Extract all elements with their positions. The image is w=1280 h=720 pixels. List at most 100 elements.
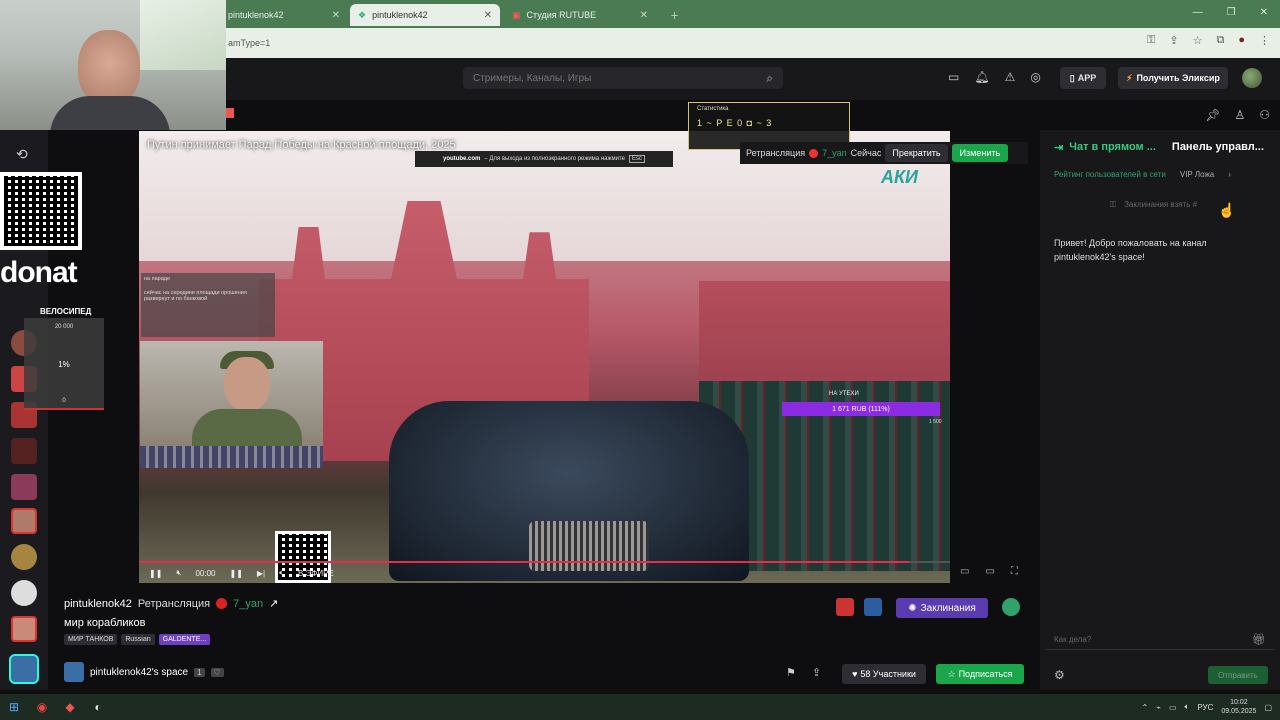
phone-icon: ▯ <box>1069 72 1075 83</box>
donation-goal-title: НА УТЕХИ <box>829 391 859 397</box>
menu-icon[interactable]: ⋮ <box>1259 34 1270 47</box>
collapse-icon[interactable]: ⇥ <box>1054 141 1063 154</box>
browser-toolbar-icons: ⚿ ⇪ ☆ ⧉ ● ⋮ <box>1147 34 1270 47</box>
app-icon[interactable]: ◆ <box>56 694 84 720</box>
badge-icon[interactable] <box>1002 598 1020 616</box>
share-icon[interactable]: ⇪ <box>812 666 821 679</box>
get-elixir-button[interactable]: ⚡︎ Получить Эликсир <box>1118 67 1228 89</box>
space-avatar[interactable] <box>64 662 84 682</box>
tab-rating[interactable]: Рейтинг пользователей в сети <box>1054 170 1166 179</box>
star-icon[interactable]: ☆ <box>1193 34 1203 47</box>
volume-icon[interactable]: 🔈︎ <box>279 568 284 578</box>
tag-sponsor[interactable]: GALDENTE... <box>158 634 211 645</box>
browser-tab-3[interactable]: ▣ Студия RUTUBE ✕ <box>504 4 656 26</box>
mute-icon[interactable]: 🔇︎ <box>176 568 181 578</box>
maximize-icon[interactable]: ❐ <box>1227 7 1236 18</box>
user-icon[interactable]: ♙ <box>1234 108 1245 122</box>
volume-icon[interactable]: 🔈︎ <box>1185 702 1190 712</box>
chat-settings-icon[interactable]: ⚙ <box>1054 668 1065 682</box>
donation-goal-widget: 20 000 1% 0 <box>24 318 104 410</box>
external-link-icon[interactable]: ↗ <box>269 597 278 610</box>
user-settings-icon[interactable]: ⚇ <box>1259 108 1270 122</box>
games-icon[interactable] <box>864 598 882 616</box>
subtitles-icon[interactable]: ▭ <box>960 566 969 577</box>
browser-tab-2[interactable]: ❖ pintuklenok42 ✕ <box>350 4 500 26</box>
refresh-icon[interactable]: ⟲ <box>16 146 28 163</box>
network-icon[interactable]: ▭ <box>1169 703 1177 712</box>
channel-avatar-7[interactable] <box>11 544 37 570</box>
search-icon[interactable]: ⌕ <box>766 71 773 86</box>
extensions-icon[interactable]: ⧉ <box>1216 34 1224 47</box>
url-field[interactable]: amType=1 <box>228 34 1108 52</box>
profile-icon[interactable]: ● <box>1238 34 1245 47</box>
gift-icon[interactable]: 🎁︎ <box>1252 633 1266 646</box>
goal-target: 20 000 <box>54 324 74 330</box>
spells-button[interactable]: ✺ Заклинания <box>896 598 988 618</box>
reward-icon[interactable] <box>836 598 854 616</box>
pin-icon[interactable]: 📌︎ <box>1205 108 1220 122</box>
browser-tab-1[interactable]: pintuklenok42 ✕ <box>220 4 348 26</box>
bonus-icon[interactable]: ⚠ <box>1005 70 1016 84</box>
participants-button[interactable]: ♥ 58 Участники <box>842 664 926 684</box>
new-tab-button[interactable]: ＋ <box>662 4 682 26</box>
globe-icon[interactable]: ◎ <box>1030 70 1040 84</box>
streamer-name[interactable]: pintuklenok42 <box>64 598 132 610</box>
channel-avatar-10[interactable] <box>9 654 39 684</box>
language-indicator[interactable]: РУС <box>1197 703 1213 712</box>
windows-taskbar: ⊞ ◉ ◆ ◐ ⌃ ⌁ ▭ 🔈︎ РУС 10:02 09.05.2025 ▢ <box>0 694 1280 720</box>
tag-category[interactable]: МИР ТАНКОВ <box>64 634 118 645</box>
report-flag-icon[interactable]: ⚑ <box>786 666 796 679</box>
close-icon[interactable]: ✕ <box>484 10 492 21</box>
play-pause-icon[interactable]: ❚❚ <box>229 569 242 578</box>
skip-icon[interactable]: ▶| <box>257 569 265 578</box>
channel-avatar-8[interactable] <box>11 580 37 606</box>
obs-icon[interactable]: ◐ <box>84 694 112 720</box>
usb-icon[interactable]: ⌁ <box>1156 703 1161 712</box>
tab-vip[interactable]: VIP Ложа <box>1180 170 1214 179</box>
change-button[interactable]: Изменить <box>951 144 1009 162</box>
tab-live-chat[interactable]: ⇥ Чат в прямом ... <box>1054 141 1156 154</box>
tag-language[interactable]: Russian <box>121 634 155 645</box>
minimize-icon[interactable]: — <box>1193 7 1203 18</box>
header-icons: ▭ 🔔︎ ⚠ ◎ <box>948 70 1041 84</box>
send-button[interactable]: Отправить <box>1208 666 1268 684</box>
start-icon[interactable]: ⊞ <box>0 694 28 720</box>
channel-avatar-4[interactable] <box>11 438 37 464</box>
source-link[interactable]: 7_уan <box>233 598 263 610</box>
app-button[interactable]: ▯ APP <box>1060 67 1106 89</box>
close-icon[interactable]: ✕ <box>332 10 340 21</box>
user-avatar[interactable] <box>1242 68 1262 88</box>
channel-avatar-5[interactable] <box>11 474 37 500</box>
theater-icon[interactable]: ▭ <box>985 566 994 577</box>
bell-icon[interactable]: 🔔︎ <box>974 70 989 84</box>
chevron-up-icon[interactable]: ⌃ <box>1141 703 1148 712</box>
heart-icon: ♥ <box>852 669 858 679</box>
clock-time: 10:02 <box>1230 699 1248 706</box>
chat-panel: ⇥ Чат в прямом ... Панель управл... Рейт… <box>1040 130 1280 690</box>
close-icon[interactable]: ✕ <box>640 10 648 21</box>
chrome-icon[interactable]: ◉ <box>28 694 56 720</box>
close-window-icon[interactable]: ✕ <box>1260 7 1268 18</box>
fullscreen-icon[interactable]: ⛶ <box>1011 566 1018 577</box>
chat-icon[interactable]: ▭ <box>948 70 959 84</box>
search-placeholder: Стримеры, Каналы, Игры <box>473 72 592 84</box>
stop-button[interactable]: Прекратить <box>885 144 948 162</box>
channel-logo: АКИ <box>880 167 918 187</box>
window-controls: — ❐ ✕ <box>1193 7 1268 18</box>
share-icon[interactable]: ⇪ <box>1169 34 1178 47</box>
subscribe-button[interactable]: ☆ Подписаться <box>936 664 1024 684</box>
space-name[interactable]: pintuklenok42's space <box>90 667 188 678</box>
chevron-right-icon[interactable]: › <box>1228 170 1231 179</box>
search-input[interactable]: Стримеры, Каналы, Игры ⌕ <box>463 67 783 89</box>
notifications-icon[interactable]: ▢ <box>1264 703 1272 712</box>
clock[interactable]: 10:02 09.05.2025 <box>1221 698 1256 716</box>
key-icon[interactable]: ⚿ <box>1147 34 1155 47</box>
pause-icon[interactable]: ❚❚ <box>149 569 162 578</box>
tab-control-panel[interactable]: Панель управл... <box>1172 141 1264 153</box>
video-player[interactable]: Путин принимает Парад Победы на Красной … <box>139 131 950 583</box>
webcam-face <box>78 30 140 104</box>
channel-avatar-6[interactable] <box>11 508 37 534</box>
chat-input[interactable]: Как дела? 🎁︎ <box>1046 630 1274 650</box>
spells-hint[interactable]: ⚿ Заклинания взять # <box>1110 200 1197 210</box>
channel-avatar-9[interactable] <box>11 616 37 642</box>
